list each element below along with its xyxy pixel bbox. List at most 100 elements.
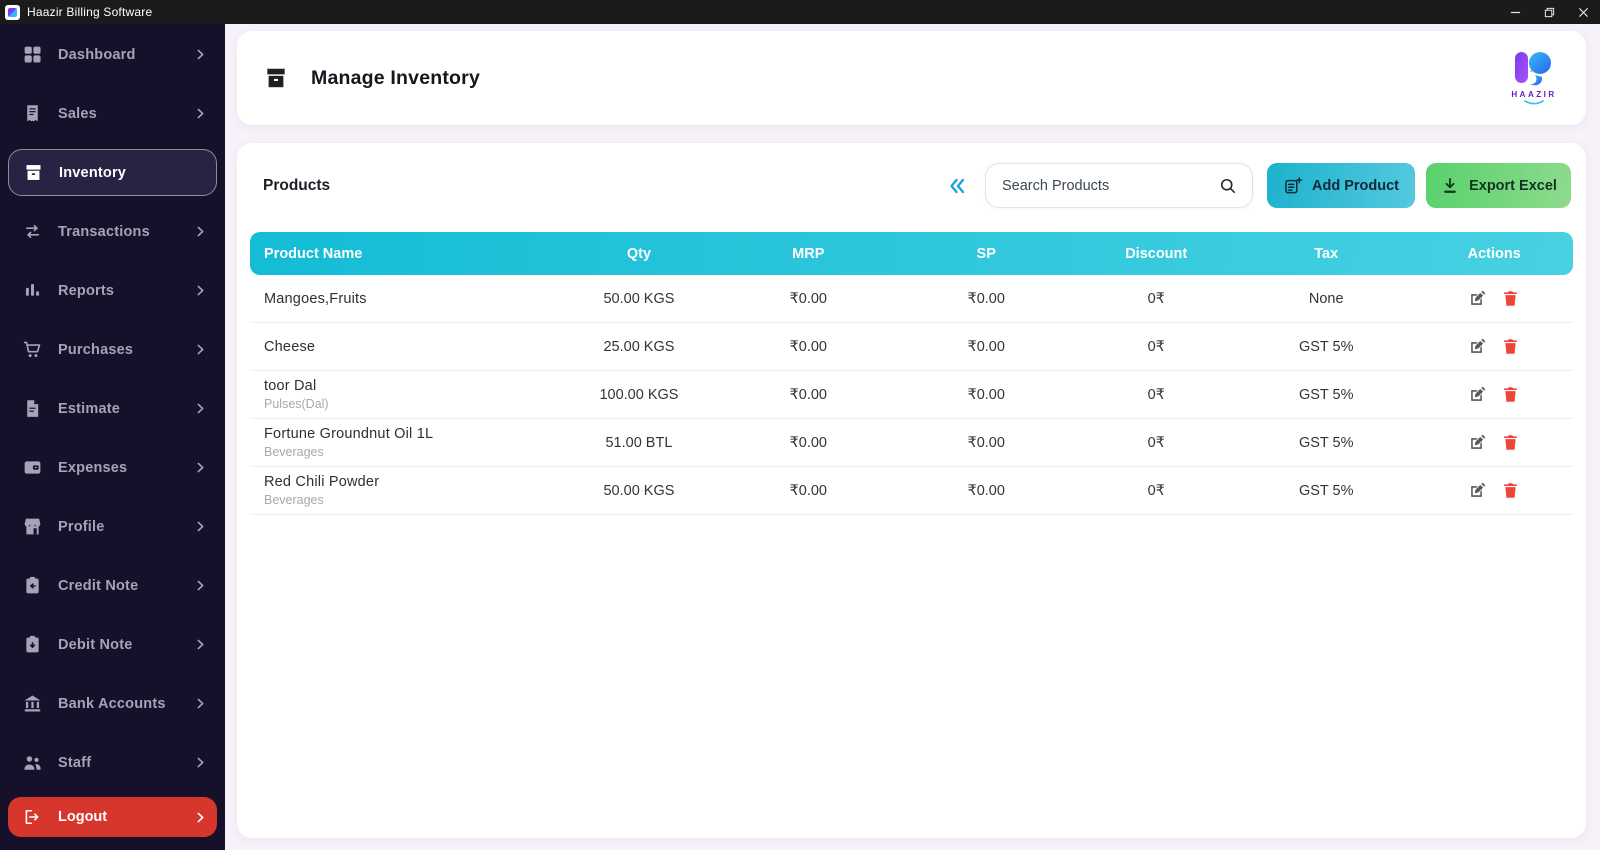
sidebar-item-label: Estimate bbox=[58, 400, 121, 417]
product-sp: ₹0.00 bbox=[967, 482, 1005, 499]
sidebar-item-sales[interactable]: Sales bbox=[8, 84, 217, 143]
product-name: Red Chili Powder bbox=[264, 474, 380, 490]
edit-icon[interactable] bbox=[1468, 289, 1487, 308]
manage-inventory-icon bbox=[263, 65, 289, 91]
product-name: Fortune Groundnut Oil 1L bbox=[264, 426, 434, 442]
app-icon bbox=[5, 4, 20, 20]
sidebar-item-transactions[interactable]: Transactions bbox=[8, 202, 217, 261]
product-tax: GST 5% bbox=[1298, 434, 1354, 451]
product-mrp: ₹0.00 bbox=[789, 290, 827, 307]
sales-icon bbox=[21, 103, 43, 125]
table-row: toor Dal Pulses(Dal) 100.00 KGS ₹0.00 ₹0… bbox=[250, 371, 1573, 419]
sidebar: Dashboard Sales Inventory Transactions R… bbox=[0, 24, 225, 850]
page-title: Manage Inventory bbox=[311, 66, 480, 89]
sidebar-item-expenses[interactable]: Expenses bbox=[8, 438, 217, 497]
sidebar-item-dashboard[interactable]: Dashboard bbox=[8, 25, 217, 84]
sidebar-item-label: Credit Note bbox=[58, 577, 139, 594]
product-qty: 50.00 KGS bbox=[603, 290, 675, 307]
sidebar-item-inventory[interactable]: Inventory bbox=[8, 149, 217, 196]
logout-icon bbox=[21, 807, 43, 827]
sidebar-item-reports[interactable]: Reports bbox=[8, 261, 217, 320]
product-tax: GST 5% bbox=[1298, 482, 1354, 499]
sidebar-item-label: Profile bbox=[58, 518, 105, 535]
table-header: Product Name Qty MRP SP Discount Tax Act… bbox=[250, 232, 1573, 275]
chevron-right-icon bbox=[194, 697, 207, 710]
table-row: Red Chili Powder Beverages 50.00 KGS ₹0.… bbox=[250, 467, 1573, 515]
page-header: Manage Inventory HAAZIR bbox=[237, 31, 1586, 125]
product-qty: 51.00 BTL bbox=[605, 434, 673, 451]
sidebar-item-label: Transactions bbox=[58, 223, 150, 240]
chevron-right-icon bbox=[194, 225, 207, 238]
product-name: Cheese bbox=[264, 338, 316, 355]
staff-icon bbox=[21, 752, 43, 774]
add-product-button[interactable]: Add Product bbox=[1267, 163, 1415, 208]
edit-icon[interactable] bbox=[1468, 337, 1487, 356]
edit-icon[interactable] bbox=[1468, 481, 1487, 500]
sidebar-item-label: Reports bbox=[58, 282, 115, 299]
chevron-right-icon bbox=[194, 638, 207, 651]
chevron-right-icon bbox=[194, 343, 207, 356]
search-input[interactable] bbox=[1002, 177, 1218, 194]
products-toolbar: Products Add Product bbox=[250, 163, 1573, 208]
profile-icon bbox=[21, 516, 43, 538]
edit-icon[interactable] bbox=[1468, 385, 1487, 404]
col-sp: SP bbox=[976, 245, 996, 262]
product-sp: ₹0.00 bbox=[967, 338, 1005, 355]
reports-icon bbox=[21, 280, 43, 302]
sidebar-item-debit-note[interactable]: Debit Note bbox=[8, 615, 217, 674]
sidebar-item-estimate[interactable]: Estimate bbox=[8, 379, 217, 438]
product-tax: None bbox=[1308, 290, 1344, 307]
sidebar-item-bank-accounts[interactable]: Bank Accounts bbox=[8, 674, 217, 733]
sidebar-item-profile[interactable]: Profile bbox=[8, 497, 217, 556]
sidebar-item-purchases[interactable]: Purchases bbox=[8, 320, 217, 379]
product-category: Beverages bbox=[264, 493, 324, 507]
dashboard-icon bbox=[21, 44, 43, 66]
delete-icon[interactable] bbox=[1501, 433, 1520, 452]
product-mrp: ₹0.00 bbox=[789, 482, 827, 499]
sidebar-item-staff[interactable]: Staff bbox=[8, 733, 217, 792]
chevron-right-icon bbox=[194, 811, 207, 824]
delete-icon[interactable] bbox=[1501, 289, 1520, 308]
minimize-icon[interactable] bbox=[1498, 0, 1532, 24]
col-actions: Actions bbox=[1467, 245, 1521, 262]
table-row: Fortune Groundnut Oil 1L Beverages 51.00… bbox=[250, 419, 1573, 467]
close-icon[interactable] bbox=[1566, 0, 1600, 24]
product-name: Mangoes,Fruits bbox=[264, 290, 367, 307]
sidebar-item-credit-note[interactable]: Credit Note bbox=[8, 556, 217, 615]
main-content: Manage Inventory HAAZIR Products Search … bbox=[225, 24, 1600, 850]
export-excel-label: Export Excel bbox=[1469, 177, 1557, 194]
edit-icon[interactable] bbox=[1468, 433, 1487, 452]
chevron-right-icon bbox=[194, 756, 207, 769]
product-tax: GST 5% bbox=[1298, 338, 1354, 355]
delete-icon[interactable] bbox=[1501, 481, 1520, 500]
sidebar-item-label: Inventory bbox=[59, 164, 127, 181]
export-excel-button[interactable]: Export Excel bbox=[1426, 163, 1571, 208]
product-name: toor Dal bbox=[264, 378, 317, 394]
collapse-icon[interactable] bbox=[946, 175, 968, 197]
logout-button[interactable]: Logout bbox=[8, 797, 217, 837]
product-mrp: ₹0.00 bbox=[789, 338, 827, 355]
expenses-icon bbox=[21, 457, 43, 479]
debit-note-icon bbox=[21, 634, 43, 656]
transactions-icon bbox=[21, 221, 43, 243]
chevron-right-icon bbox=[194, 461, 207, 474]
chevron-right-icon bbox=[194, 402, 207, 415]
sidebar-item-label: Purchases bbox=[58, 341, 134, 358]
chevron-right-icon bbox=[194, 520, 207, 533]
add-product-icon bbox=[1285, 176, 1303, 193]
delete-icon[interactable] bbox=[1501, 337, 1520, 356]
product-category: Beverages bbox=[264, 445, 324, 459]
delete-icon[interactable] bbox=[1501, 385, 1520, 404]
col-discount: Discount bbox=[1125, 245, 1188, 262]
product-discount: 0₹ bbox=[1147, 434, 1165, 451]
col-product-name: Product Name bbox=[264, 245, 363, 262]
product-sp: ₹0.00 bbox=[967, 290, 1005, 307]
restore-icon[interactable] bbox=[1532, 0, 1566, 24]
chevron-right-icon bbox=[194, 579, 207, 592]
search-icon[interactable] bbox=[1218, 176, 1238, 196]
product-discount: 0₹ bbox=[1147, 290, 1165, 307]
product-tax: GST 5% bbox=[1298, 386, 1354, 403]
table-row: Cheese 25.00 KGS ₹0.00 ₹0.00 0₹ GST 5% bbox=[250, 323, 1573, 371]
search-box bbox=[985, 163, 1253, 208]
table-row: Mangoes,Fruits 50.00 KGS ₹0.00 ₹0.00 0₹ … bbox=[250, 275, 1573, 323]
